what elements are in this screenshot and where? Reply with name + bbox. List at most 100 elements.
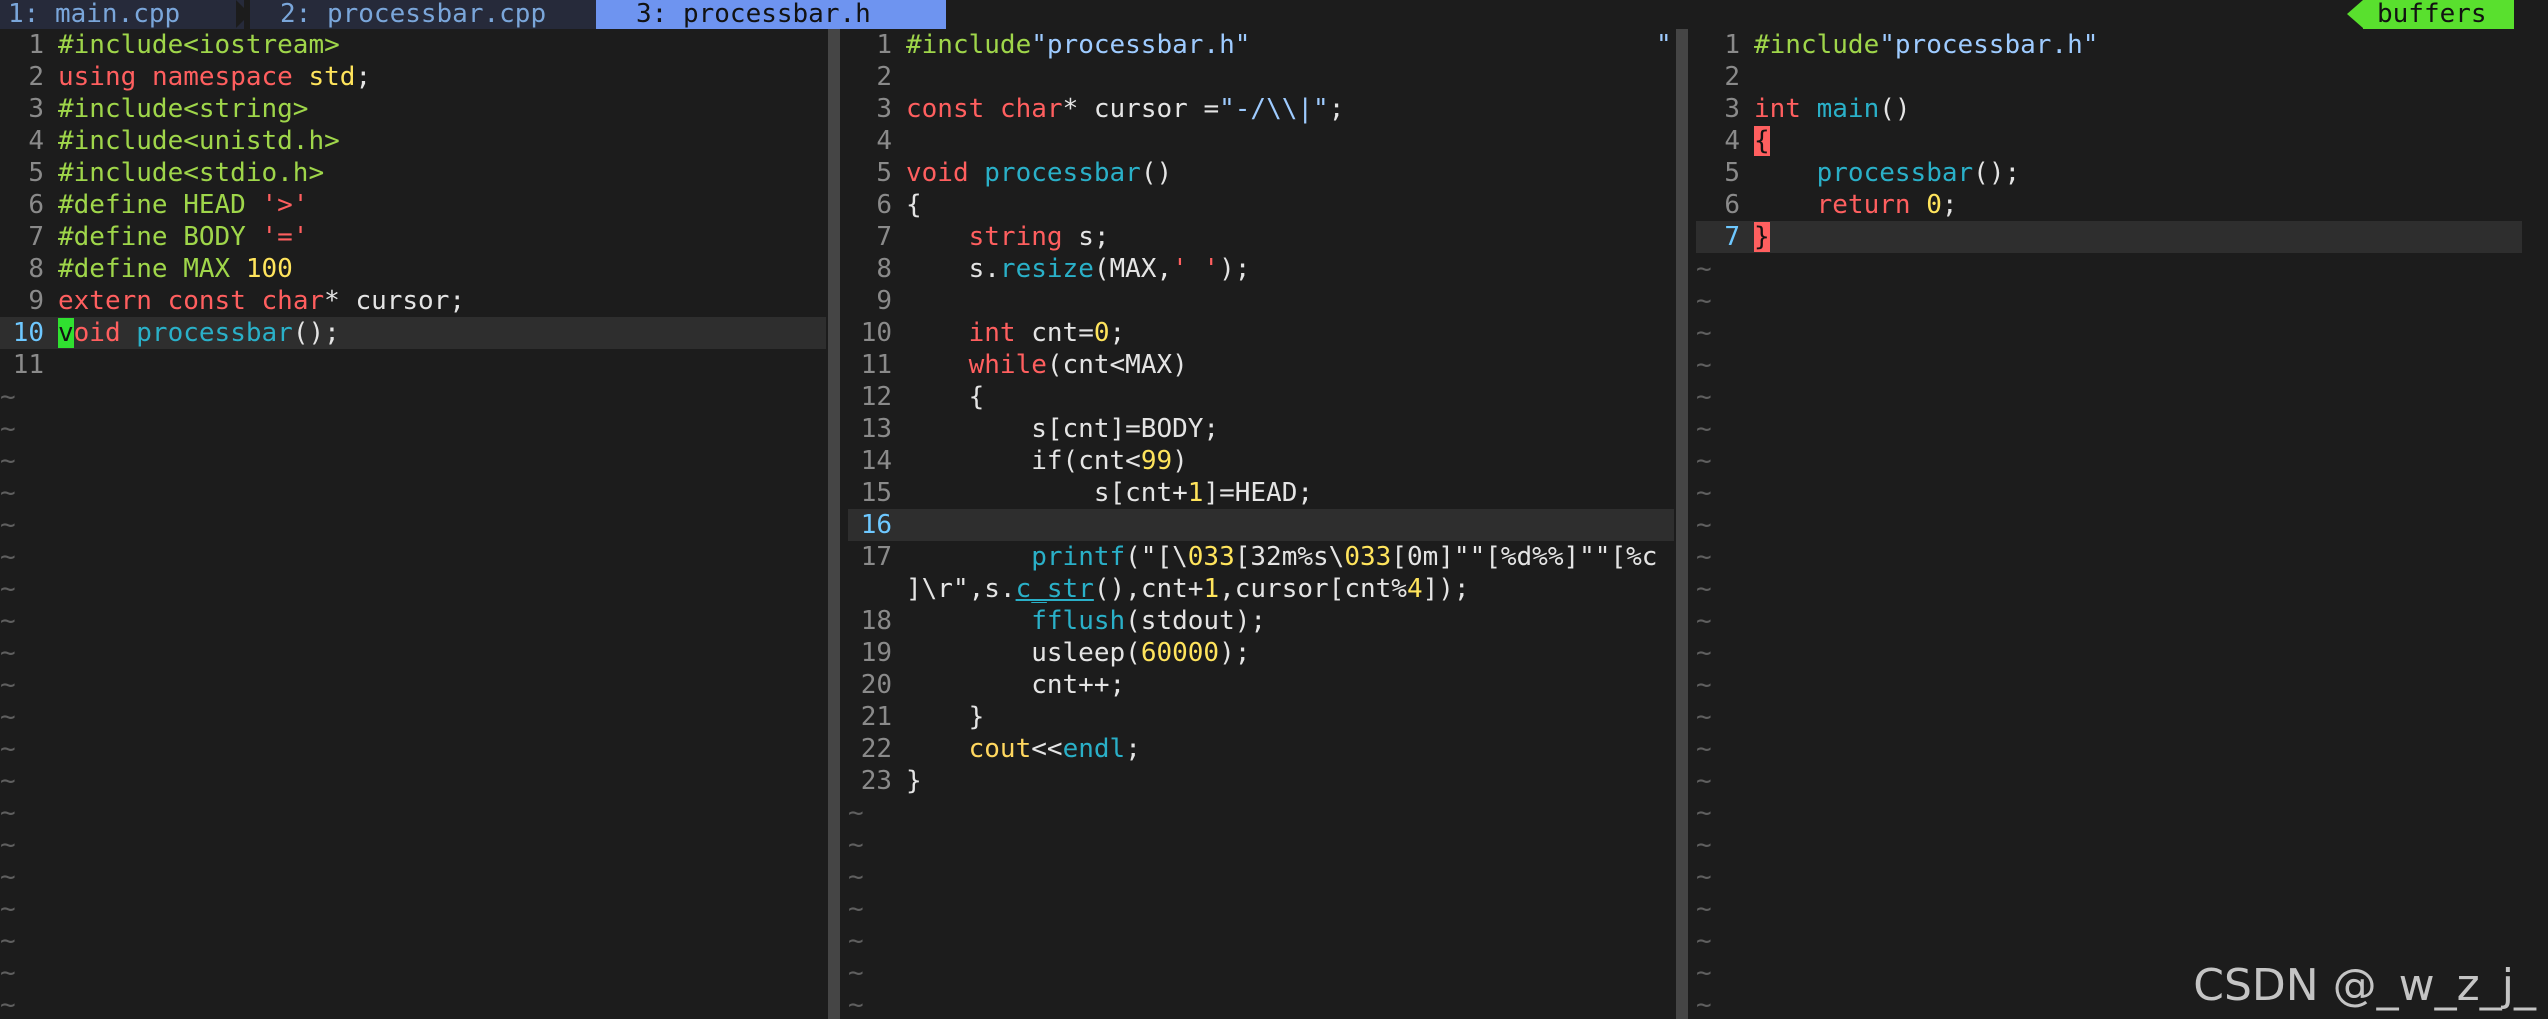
- code-line[interactable]: 1 #include"processbar.h": [848, 29, 1674, 61]
- empty-buffer-line: ~: [0, 574, 16, 604]
- empty-buffer-line: ~: [1696, 766, 1712, 796]
- line-code[interactable]: processbar();: [1754, 157, 2021, 189]
- code-line[interactable]: 5 void processbar(): [848, 157, 1674, 189]
- line-code[interactable]: {: [906, 189, 922, 221]
- editor-pane-main-cpp[interactable]: 1 #include<iostream> 2 using namespace std;…: [0, 29, 826, 1019]
- code-line[interactable]: 21 }: [848, 701, 1674, 733]
- line-code[interactable]: ]\r",s.c_str(),cnt+1,cursor[cnt%4]);: [906, 573, 1470, 605]
- code-line[interactable]: 11 while(cnt<MAX): [848, 349, 1674, 381]
- line-code[interactable]: int main(): [1754, 93, 1911, 125]
- line-code[interactable]: usleep(60000);: [906, 637, 1250, 669]
- line-code[interactable]: #include"processbar.h": [906, 29, 1250, 61]
- code-line[interactable]: 2: [1696, 61, 2522, 93]
- code-line[interactable]: ]\r",s.c_str(),cnt+1,cursor[cnt%4]);: [848, 573, 1674, 605]
- code-line[interactable]: 7}: [1696, 221, 2522, 253]
- code-line[interactable]: 16: [848, 509, 1674, 541]
- line-code[interactable]: extern const char* cursor;: [58, 285, 465, 317]
- code-line[interactable]: 11: [0, 349, 826, 381]
- line-code[interactable]: #define HEAD '>': [58, 189, 308, 221]
- buffers-arrow-icon: [2347, 0, 2363, 28]
- code-line[interactable]: 8 s.resize(MAX,' ');: [848, 253, 1674, 285]
- line-code[interactable]: #define MAX 100: [58, 253, 293, 285]
- code-line[interactable]: 14 if(cnt<99): [848, 445, 1674, 477]
- line-code[interactable]: #include<unistd.h>: [58, 125, 340, 157]
- vertical-split-separator[interactable]: [1676, 29, 1688, 1019]
- line-number: 17: [860, 542, 892, 572]
- code-line[interactable]: 3 int main(): [1696, 93, 2522, 125]
- code-line[interactable]: 10 void processbar();: [0, 317, 826, 349]
- line-code[interactable]: s[cnt]=BODY;: [906, 413, 1219, 445]
- line-code[interactable]: cnt++;: [906, 669, 1125, 701]
- line-code[interactable]: #include<stdio.h>: [58, 157, 324, 189]
- line-code[interactable]: if(cnt<99): [906, 445, 1188, 477]
- code-line[interactable]: 6 #define HEAD '>': [0, 189, 826, 221]
- code-line[interactable]: 6{: [848, 189, 1674, 221]
- code-line[interactable]: 19 usleep(60000);: [848, 637, 1674, 669]
- code-line[interactable]: 4 #include<unistd.h>: [0, 125, 826, 157]
- line-code[interactable]: {: [906, 381, 985, 413]
- line-number: 11: [12, 350, 44, 380]
- line-number: 5: [876, 158, 892, 188]
- code-line[interactable]: 1 #include"processbar.h": [1696, 29, 2522, 61]
- line-code[interactable]: s[cnt+1]=HEAD;: [906, 477, 1313, 509]
- line-code[interactable]: while(cnt<MAX): [906, 349, 1188, 381]
- code-line[interactable]: 20 cnt++;: [848, 669, 1674, 701]
- line-code[interactable]: #include"processbar.h": [1754, 29, 2098, 61]
- line-number: 22: [860, 734, 892, 764]
- code-line[interactable]: 17 printf("[\033[32m%s\033[0m]""[%d%%]""…: [848, 541, 1674, 573]
- code-line[interactable]: 4{: [1696, 125, 2522, 157]
- code-line[interactable]: 5 processbar();: [1696, 157, 2522, 189]
- line-code[interactable]: void processbar(): [906, 157, 1172, 189]
- line-code[interactable]: {: [1754, 125, 1770, 157]
- line-code[interactable]: using namespace std;: [58, 61, 371, 93]
- line-code[interactable]: }: [906, 765, 922, 797]
- buffers-label: buffers: [2363, 0, 2514, 29]
- line-code[interactable]: void processbar();: [58, 317, 340, 349]
- code-line[interactable]: 6 return 0;: [1696, 189, 2522, 221]
- line-number: 16: [860, 510, 892, 540]
- code-line[interactable]: 3 const char* cursor ="-/\\|";: [848, 93, 1674, 125]
- line-code[interactable]: #include<iostream>: [58, 29, 340, 61]
- line-code[interactable]: fflush(stdout);: [906, 605, 1266, 637]
- line-code[interactable]: }: [1754, 221, 1770, 253]
- line-code[interactable]: const char* cursor ="-/\\|";: [906, 93, 1344, 125]
- tab-main-cpp[interactable]: 1: main.cpp: [0, 0, 244, 29]
- line-code[interactable]: cout<<endl;: [906, 733, 1141, 765]
- editor-pane-processbar-h[interactable]: 1 #include"processbar.h" 2 3 int main() 4{5 p…: [1696, 29, 2522, 1019]
- code-line[interactable]: 9 extern const char* cursor;: [0, 285, 826, 317]
- code-line[interactable]: 2 using namespace std;: [0, 61, 826, 93]
- empty-buffer-line: ~: [0, 510, 16, 540]
- line-code[interactable]: string s;: [906, 221, 1110, 253]
- code-line[interactable]: 22 cout<<endl;: [848, 733, 1674, 765]
- code-line[interactable]: 10 int cnt=0;: [848, 317, 1674, 349]
- code-line[interactable]: 3 #include<string>: [0, 93, 826, 125]
- tab-processbar-h[interactable]: 3: processbar.h: [596, 0, 946, 29]
- empty-buffer-line: ~: [0, 926, 16, 956]
- line-code[interactable]: return 0;: [1754, 189, 1958, 221]
- empty-buffer-line: ~: [1696, 286, 1712, 316]
- code-line[interactable]: 4: [848, 125, 1674, 157]
- vertical-split-separator[interactable]: [828, 29, 840, 1019]
- code-line[interactable]: 2: [848, 61, 1674, 93]
- line-code[interactable]: }: [906, 701, 985, 733]
- code-line[interactable]: 8 #define MAX 100: [0, 253, 826, 285]
- code-line[interactable]: 9: [848, 285, 1674, 317]
- code-line[interactable]: 7 string s;: [848, 221, 1674, 253]
- code-line[interactable]: 15 s[cnt+1]=HEAD;: [848, 477, 1674, 509]
- code-line[interactable]: 18 fflush(stdout);: [848, 605, 1674, 637]
- code-line[interactable]: 7 #define BODY '=': [0, 221, 826, 253]
- line-number: 8: [876, 254, 892, 284]
- editor-pane-processbar-cpp[interactable]: 1 #include"processbar.h" 2 3 const char* cur…: [848, 29, 1674, 1019]
- line-code[interactable]: #define BODY '=': [58, 221, 308, 253]
- line-code[interactable]: s.resize(MAX,' ');: [906, 253, 1251, 285]
- code-line[interactable]: 1 #include<iostream>: [0, 29, 826, 61]
- code-line[interactable]: 23}: [848, 765, 1674, 797]
- code-line[interactable]: 12 {: [848, 381, 1674, 413]
- line-code[interactable]: printf("[\033[32m%s\033[0m]""[%d%%]""[%c: [906, 541, 1657, 573]
- tab-processbar-cpp[interactable]: 2: processbar.cpp: [250, 0, 610, 29]
- line-code[interactable]: int cnt=0;: [906, 317, 1126, 349]
- empty-buffer-line: ~: [0, 478, 16, 508]
- line-code[interactable]: #include<string>: [58, 93, 308, 125]
- code-line[interactable]: 13 s[cnt]=BODY;: [848, 413, 1674, 445]
- code-line[interactable]: 5 #include<stdio.h>: [0, 157, 826, 189]
